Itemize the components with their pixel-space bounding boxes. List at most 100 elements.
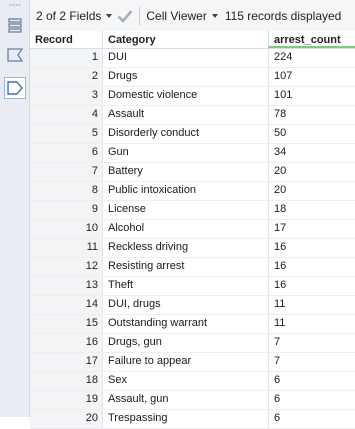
category-cell[interactable]: Drugs — [102, 68, 268, 86]
table-row[interactable]: 17 Failure to appear 7 — [30, 353, 355, 372]
column-header-record[interactable]: Record — [30, 31, 102, 48]
table-row[interactable]: 11 Reckless driving 16 — [30, 239, 355, 258]
arrest-count-cell[interactable]: 224 — [268, 49, 355, 67]
record-cell[interactable]: 5 — [30, 125, 102, 143]
record-cell[interactable]: 13 — [30, 277, 102, 295]
table-row[interactable]: 1 DUI 224 — [30, 49, 355, 68]
table-row[interactable]: 4 Assault 78 — [30, 106, 355, 125]
arrest-count-cell[interactable]: 107 — [268, 68, 355, 86]
category-cell[interactable]: Battery — [102, 163, 268, 181]
arrest-count-cell[interactable]: 6 — [268, 391, 355, 409]
check-icon[interactable] — [117, 0, 133, 31]
record-cell[interactable]: 18 — [30, 372, 102, 390]
category-cell[interactable]: DUI, drugs — [102, 296, 268, 314]
arrest-count-cell[interactable]: 101 — [268, 87, 355, 105]
grid-body: 1 DUI 224 2 Drugs 107 3 Domestic violence 101 4 As… — [30, 49, 355, 429]
toolbar-divider — [139, 6, 141, 25]
arrest-count-cell[interactable]: 78 — [268, 106, 355, 124]
arrest-count-cell[interactable]: 7 — [268, 334, 355, 352]
record-cell[interactable]: 19 — [30, 391, 102, 409]
records-count: 115 records displayed — [225, 0, 342, 31]
table-row[interactable]: 2 Drugs 107 — [30, 68, 355, 87]
category-cell[interactable]: Reckless driving — [102, 239, 268, 257]
record-cell[interactable]: 11 — [30, 239, 102, 257]
record-cell[interactable]: 16 — [30, 334, 102, 352]
column-header-category[interactable]: Category — [102, 31, 268, 48]
category-cell[interactable]: Trespassing — [102, 410, 268, 428]
record-cell[interactable]: 17 — [30, 353, 102, 371]
arrest-count-cell[interactable]: 18 — [268, 201, 355, 219]
table-row[interactable]: 3 Domestic violence 101 — [30, 87, 355, 106]
record-cell[interactable]: 1 — [30, 49, 102, 67]
table-row[interactable]: 16 Drugs, gun 7 — [30, 334, 355, 353]
record-cell[interactable]: 15 — [30, 315, 102, 333]
arrest-count-cell[interactable]: 16 — [268, 258, 355, 276]
category-cell[interactable]: Alcohol — [102, 220, 268, 238]
arrest-count-cell[interactable]: 6 — [268, 410, 355, 428]
category-cell[interactable]: Assault — [102, 106, 268, 124]
table-row[interactable]: 9 License 18 — [30, 201, 355, 220]
table-row[interactable]: 12 Resisting arrest 16 — [30, 258, 355, 277]
record-cell[interactable]: 6 — [30, 144, 102, 162]
table-row[interactable]: 7 Battery 20 — [30, 163, 355, 182]
viewer-dropdown[interactable]: Cell Viewer — [146, 0, 218, 31]
record-cell[interactable]: 7 — [30, 163, 102, 181]
category-cell[interactable]: DUI — [102, 49, 268, 67]
record-cell[interactable]: 9 — [30, 201, 102, 219]
table-row[interactable]: 15 Outstanding warrant 11 — [30, 315, 355, 334]
arrest-count-cell[interactable]: 20 — [268, 182, 355, 200]
table-row[interactable]: 14 DUI, drugs 11 — [30, 296, 355, 315]
record-cell[interactable]: 8 — [30, 182, 102, 200]
category-cell[interactable]: Public intoxication — [102, 182, 268, 200]
toolbar: 2 of 2 Fields Cell Viewer 115 records di… — [30, 0, 355, 32]
record-cell[interactable]: 10 — [30, 220, 102, 238]
category-cell[interactable]: Failure to appear — [102, 353, 268, 371]
category-cell[interactable]: Disorderly conduct — [102, 125, 268, 143]
arrest-count-cell[interactable]: 6 — [268, 372, 355, 390]
table-row[interactable]: 13 Theft 16 — [30, 277, 355, 296]
category-cell[interactable]: Assault, gun — [102, 391, 268, 409]
arrest-count-cell[interactable]: 17 — [268, 220, 355, 238]
record-cell[interactable]: 20 — [30, 410, 102, 428]
chevron-down-icon — [211, 14, 218, 18]
category-cell[interactable]: Gun — [102, 144, 268, 162]
sidebar — [0, 0, 30, 417]
arrest-count-cell[interactable]: 16 — [268, 239, 355, 257]
input-anchor-icon[interactable] — [4, 44, 26, 66]
arrest-count-cell[interactable]: 7 — [268, 353, 355, 371]
category-cell[interactable]: Domestic violence — [102, 87, 268, 105]
column-header-arrest-count[interactable]: arrest_count — [268, 31, 355, 48]
category-cell[interactable]: Sex — [102, 372, 268, 390]
record-cell[interactable]: 2 — [30, 68, 102, 86]
grip-handle[interactable] — [9, 4, 21, 6]
list-icon[interactable] — [4, 14, 26, 36]
table-row[interactable]: 20 Trespassing 6 — [30, 410, 355, 429]
arrest-count-cell[interactable]: 50 — [268, 125, 355, 143]
record-cell[interactable]: 4 — [30, 106, 102, 124]
viewer-label: Cell Viewer — [146, 8, 207, 23]
arrest-count-cell[interactable]: 11 — [268, 315, 355, 333]
arrest-count-cell[interactable]: 34 — [268, 144, 355, 162]
arrest-count-cell[interactable]: 20 — [268, 163, 355, 181]
category-cell[interactable]: Resisting arrest — [102, 258, 268, 276]
record-cell[interactable]: 14 — [30, 296, 102, 314]
records-label: 115 records displayed — [224, 8, 342, 23]
arrest-count-cell[interactable]: 11 — [268, 296, 355, 314]
table-row[interactable]: 19 Assault, gun 6 — [30, 391, 355, 410]
output-anchor-icon[interactable] — [4, 77, 26, 99]
fields-dropdown[interactable]: 2 of 2 Fields — [36, 0, 113, 31]
arrest-count-cell[interactable]: 16 — [268, 277, 355, 295]
table-row[interactable]: 18 Sex 6 — [30, 372, 355, 391]
category-cell[interactable]: License — [102, 201, 268, 219]
record-cell[interactable]: 3 — [30, 87, 102, 105]
table-row[interactable]: 6 Gun 34 — [30, 144, 355, 163]
chevron-down-icon — [106, 14, 113, 18]
record-cell[interactable]: 12 — [30, 258, 102, 276]
table-row[interactable]: 5 Disorderly conduct 50 — [30, 125, 355, 144]
results-panel: 2 of 2 Fields Cell Viewer 115 records di… — [30, 0, 355, 429]
category-cell[interactable]: Drugs, gun — [102, 334, 268, 352]
category-cell[interactable]: Theft — [102, 277, 268, 295]
category-cell[interactable]: Outstanding warrant — [102, 315, 268, 333]
table-row[interactable]: 8 Public intoxication 20 — [30, 182, 355, 201]
table-row[interactable]: 10 Alcohol 17 — [30, 220, 355, 239]
